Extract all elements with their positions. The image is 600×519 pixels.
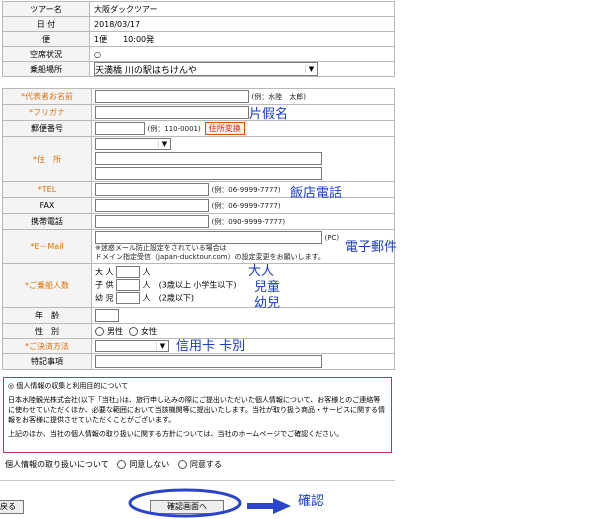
back-button[interactable]: 戻る	[0, 500, 24, 514]
address-label: *住 所	[33, 154, 61, 164]
tour-name-value: 大阪ダックツアー	[89, 1, 395, 17]
privacy-box: ◎ 個人情報の収集と利用目的について 日本水陸観光株式会社(以下「当社」)は、旅…	[3, 377, 392, 453]
email-input[interactable]	[95, 231, 322, 244]
chevron-down-icon: ▼	[305, 65, 317, 73]
child-label: 子 供	[95, 280, 114, 290]
infant-unit: 人 (2歳以下)	[142, 293, 194, 303]
infant-count-input[interactable]	[116, 292, 141, 304]
rep-name-example: (例：水陸 太郎)	[251, 93, 307, 101]
mobile-example: (例：090-9999-7777)	[211, 218, 286, 226]
footer-divider	[0, 480, 395, 481]
agree-label: 同意する	[189, 460, 222, 469]
rep-name-label: *代表者お名前	[21, 92, 73, 101]
email-label: *E－Mail	[30, 242, 64, 251]
privacy-consent-row: 個人情報の取り扱いについて 同意しない 同意する	[5, 459, 222, 470]
adult-count-input[interactable]	[116, 266, 141, 278]
fax-example: (例：06-9999-7777)	[211, 202, 281, 210]
child-unit: 人 (3歳以上 小学生以下)	[142, 280, 237, 290]
mobile-input[interactable]	[95, 215, 209, 228]
chevron-down-icon: ▼	[156, 342, 168, 350]
customer-form-table: *代表者お名前 (例：水陸 太郎) *フリガナ 郵便番号 (例：110-0001…	[2, 88, 395, 370]
boarding-place-value: 天満橋 川の駅はちけんや	[95, 65, 197, 76]
zip-label: 郵便番号	[2, 120, 92, 137]
infant-label: 幼 児	[95, 293, 114, 303]
furigana-input[interactable]	[95, 106, 249, 119]
adult-unit: 人	[142, 267, 151, 277]
annotation-tel: 飯店電話	[290, 186, 343, 201]
mobile-label: 携帯電話	[2, 213, 92, 230]
disagree-radio[interactable]	[117, 460, 127, 469]
age-label: 年 齢	[2, 307, 92, 324]
availability-label: 空席状況	[2, 46, 90, 62]
annotation-infant: 幼兒	[254, 296, 281, 311]
consent-label: 個人情報の取り扱いについて	[5, 460, 109, 469]
annotation-payment: 信用卡 卡別	[176, 339, 246, 354]
adult-label: 大 人	[95, 267, 114, 277]
remarks-input[interactable]	[95, 355, 322, 368]
departure-label: 便	[2, 31, 90, 47]
tel-example: (例：06-9999-7777)	[211, 186, 281, 194]
annotation-confirm: 確認	[298, 494, 325, 509]
child-count-input[interactable]	[116, 279, 141, 291]
disagree-label: 同意しない	[129, 460, 170, 469]
remarks-label: 特記事項	[2, 353, 92, 370]
highlight-oval	[128, 488, 242, 518]
prefecture-select[interactable]: ▼	[95, 138, 171, 150]
privacy-body-1: 日本水陸観光株式会社(以下「当社」)は、旅行申し込みの際にご提出いただいた個人情…	[8, 396, 385, 424]
date-value: 2018/03/17	[89, 16, 395, 32]
arrow-right-icon	[247, 498, 291, 514]
tel-label: *TEL	[37, 185, 57, 194]
male-label: 男性	[107, 326, 123, 336]
privacy-body-2: 上記のほか、当社の個人情報の取り扱いに関する方針については、当社のホームページで…	[8, 430, 344, 438]
email-pc-note: (PC)	[324, 234, 340, 242]
female-radio[interactable]	[129, 326, 138, 336]
payment-select[interactable]: ▼	[95, 340, 169, 352]
rep-name-input[interactable]	[95, 90, 249, 103]
female-label: 女性	[141, 326, 157, 336]
address-line1-input[interactable]	[95, 152, 322, 165]
fax-input[interactable]	[95, 199, 209, 212]
privacy-title: ◎ 個人情報の収集と利用目的について	[8, 382, 129, 390]
payment-label: *ご決済方法	[25, 341, 69, 351]
chevron-down-icon: ▼	[158, 140, 170, 148]
zip-input[interactable]	[95, 122, 145, 135]
zip-example: (例：110-0001)	[147, 125, 201, 133]
passengers-label: *ご乗船人数	[25, 281, 69, 290]
agree-radio[interactable]	[177, 460, 187, 469]
address-line2-input[interactable]	[95, 167, 322, 180]
tour-name-label: ツアー名	[2, 1, 90, 17]
boarding-place-label: 乗船場所	[2, 61, 90, 77]
availability-value: ○	[89, 46, 395, 62]
annotation-email: 電子郵件	[345, 240, 398, 255]
furigana-label: *フリガナ	[29, 108, 65, 117]
departure-value: 1便 10:00発	[89, 31, 395, 47]
date-label: 日 付	[2, 16, 90, 32]
address-convert-button[interactable]: 住所変換	[204, 122, 245, 135]
boarding-place-select[interactable]: 天満橋 川の駅はちけんや ▼	[94, 62, 318, 76]
tel-input[interactable]	[95, 183, 209, 196]
fax-label: FAX	[2, 197, 92, 214]
gender-label: 性 別	[2, 323, 92, 339]
age-input[interactable]	[95, 309, 119, 322]
annotation-furigana: 片假名	[249, 107, 289, 122]
tour-info-table: ツアー名 大阪ダックツアー 日 付 2018/03/17 便 1便 10:00発 空席…	[2, 1, 395, 77]
male-radio[interactable]	[95, 326, 104, 336]
